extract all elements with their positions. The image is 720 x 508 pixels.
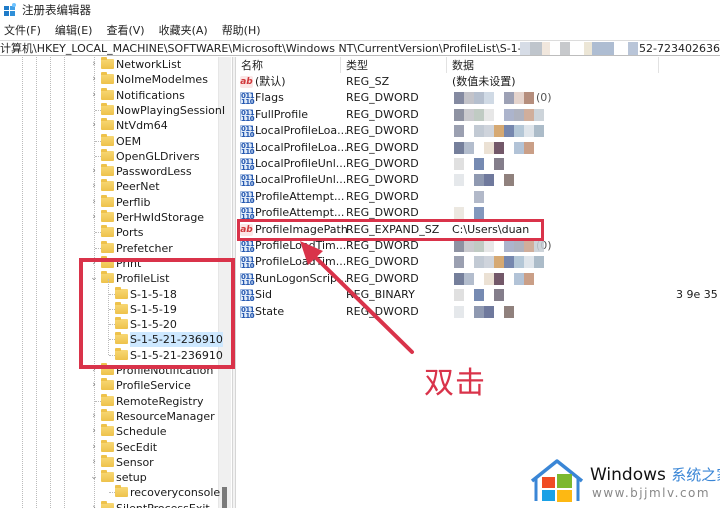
double-click-instruction: 双击 <box>424 366 486 401</box>
watermark-brand-en: Windows <box>590 465 666 485</box>
annotation-arrow-icon <box>300 241 414 354</box>
watermark-brand: Windows 系统之家 <box>590 464 720 485</box>
watermark-brand-cn: 系统之家 <box>671 466 720 484</box>
watermark-logo: Windows 系统之家 www.bjjmlv.com <box>528 455 720 508</box>
windows-house-logo-icon <box>530 459 584 502</box>
watermark-url: www.bjjmlv.com <box>592 486 711 500</box>
